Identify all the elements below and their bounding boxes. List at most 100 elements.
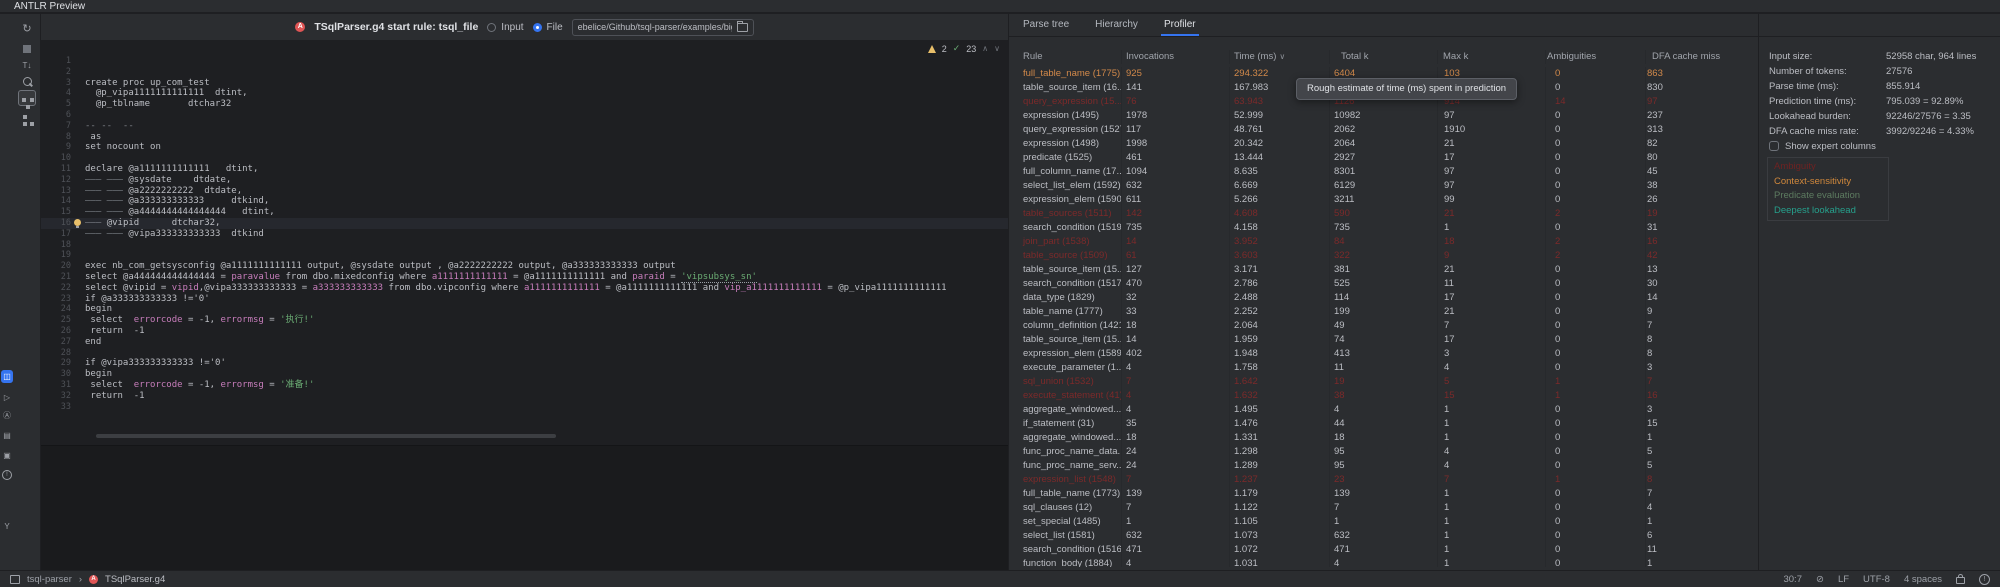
- editor-line[interactable]: 17——— ——— @vipa333333333333 dtkind: [41, 229, 1008, 240]
- editor-line[interactable]: 2: [41, 67, 1008, 78]
- profiler-table-row[interactable]: select_list_elem (1592)6326.669612997038: [1019, 179, 1754, 193]
- profiler-table-row[interactable]: func_proc_name_serv...241.28995405: [1019, 459, 1754, 473]
- highlighting-level-icon[interactable]: ⊘: [1816, 574, 1824, 585]
- editor-line[interactable]: 1: [41, 56, 1008, 67]
- profiler-table-row[interactable]: expression_elem (1590)6115.266321199026: [1019, 193, 1754, 207]
- notifications-icon[interactable]: !: [1979, 574, 1990, 585]
- profiler-table-row[interactable]: table_source_item (15...1273.17138121013: [1019, 263, 1754, 277]
- column-header[interactable]: Ambiguities: [1546, 50, 1646, 64]
- profiler-table-row[interactable]: expression (1498)199820.342206421082: [1019, 137, 1754, 151]
- profiler-table-row[interactable]: full_column_name (17...10948.63583019704…: [1019, 165, 1754, 179]
- antlr-icon[interactable]: Ⓐ: [1, 409, 13, 422]
- editor-line[interactable]: 9set nocount on: [41, 142, 1008, 153]
- editor-line[interactable]: 29if @vipa333333333333 !='0': [41, 358, 1008, 369]
- editor-line[interactable]: 4 @p_vipa1111111111111 dtint,: [41, 88, 1008, 99]
- prev-problem-icon[interactable]: ∧: [982, 44, 988, 53]
- tab-profiler[interactable]: Profiler: [1164, 14, 1196, 36]
- file-radio[interactable]: [533, 23, 542, 32]
- hierarchy-view-icon[interactable]: [18, 108, 36, 124]
- caret-position[interactable]: 30:7: [1783, 574, 1802, 585]
- editor-line[interactable]: 20exec nb_com_getsysconfig @a11111111111…: [41, 261, 1008, 272]
- window-icon[interactable]: [10, 575, 20, 584]
- file-name[interactable]: TSqlParser.g4: [105, 574, 165, 585]
- editor-line[interactable]: 22select @vipid = vipid,@vipa33333333333…: [41, 283, 1008, 294]
- profiler-table-row[interactable]: full_table_name (1773)1391.179139107: [1019, 487, 1754, 501]
- intention-bulb-icon[interactable]: [74, 219, 81, 226]
- file-encoding[interactable]: UTF-8: [1863, 574, 1890, 585]
- editor-line[interactable]: 26 return -1: [41, 326, 1008, 337]
- profiler-table-row[interactable]: aggregate_windowed...41.4954103: [1019, 403, 1754, 417]
- profiler-table-row[interactable]: set_special (1485)11.1051101: [1019, 515, 1754, 529]
- editor-line[interactable]: 24begin: [41, 304, 1008, 315]
- profiler-table-row[interactable]: execute_parameter (1...41.75811403: [1019, 361, 1754, 375]
- editor-line[interactable]: 12——— ——— @sysdate dtdate,: [41, 175, 1008, 186]
- indent-setting[interactable]: 4 spaces: [1904, 574, 1942, 585]
- profiler-table-row[interactable]: func_proc_name_data...241.29895405: [1019, 445, 1754, 459]
- editor-line[interactable]: 13——— ——— @a2222222222 dtdate,: [41, 186, 1008, 197]
- problems-icon[interactable]: !: [1, 467, 13, 480]
- profiler-table-row[interactable]: sql_union (1532)71.64219517: [1019, 375, 1754, 389]
- editor-line[interactable]: 30begin: [41, 369, 1008, 380]
- profiler-table-row[interactable]: expression_elem (1589)4021.948413308: [1019, 347, 1754, 361]
- column-header[interactable]: Rule: [1019, 50, 1122, 64]
- editor-line[interactable]: 10: [41, 153, 1008, 164]
- profiler-table-row[interactable]: if_statement (31)351.476441015: [1019, 417, 1754, 431]
- profiler-table-row[interactable]: predicate (1525)46113.444292717080: [1019, 151, 1754, 165]
- profiler-table-row[interactable]: table_source_item (15...141.959741708: [1019, 333, 1754, 347]
- tab-parse-tree[interactable]: Parse tree: [1023, 14, 1069, 36]
- profiler-table-row[interactable]: expression (1495)197852.99910982970237: [1019, 109, 1754, 123]
- editor-line[interactable]: 21select @a444444444444444 = paravalue f…: [41, 272, 1008, 283]
- editor-line[interactable]: 25 select errorcode = -1, errormsg = '执行…: [41, 315, 1008, 326]
- horizontal-scrollbar[interactable]: [96, 434, 556, 438]
- search-icon[interactable]: [18, 74, 36, 90]
- editor-line[interactable]: 11declare @a1111111111111 dtint,: [41, 164, 1008, 175]
- file-radio-label[interactable]: File: [547, 22, 563, 33]
- editor-line[interactable]: 6: [41, 110, 1008, 121]
- profiler-table-row[interactable]: function_body (1884)41.0314101: [1019, 557, 1754, 567]
- editor-line[interactable]: 33: [41, 402, 1008, 413]
- profiler-table-row[interactable]: sql_clauses (12)71.1227104: [1019, 501, 1754, 515]
- editor-line[interactable]: 18: [41, 240, 1008, 251]
- editor-line[interactable]: 8 as: [41, 132, 1008, 143]
- line-ending[interactable]: LF: [1838, 574, 1849, 585]
- profiler-table-row[interactable]: search_condition (1516)4711.0724711011: [1019, 543, 1754, 557]
- profiler-table-row[interactable]: table_name (1777)332.2521992109: [1019, 305, 1754, 319]
- editor-line[interactable]: 7-- -- --: [41, 121, 1008, 132]
- run-icon[interactable]: ▷: [1, 391, 13, 404]
- editor-line[interactable]: 27end: [41, 337, 1008, 348]
- editor-line[interactable]: 31 select errorcode = -1, errormsg = '准备…: [41, 380, 1008, 391]
- editor-line[interactable]: 16——— @vipid dtchar32,: [41, 218, 1008, 229]
- profiler-table-row[interactable]: query_expression (1527)11748.76120621910…: [1019, 123, 1754, 137]
- stop-icon[interactable]: [18, 41, 36, 57]
- column-header[interactable]: Invocations: [1122, 50, 1230, 64]
- column-header[interactable]: Max k: [1438, 50, 1546, 64]
- file-path-field[interactable]: ebelice/Github/tsql-parser/examples/big.…: [572, 19, 754, 36]
- profiler-table-row[interactable]: aggregate_windowed...181.33118101: [1019, 431, 1754, 445]
- profiler-table-row[interactable]: search_condition (1517)4702.78652511030: [1019, 277, 1754, 291]
- folder-icon[interactable]: [737, 23, 748, 32]
- profiler-table-row[interactable]: table_source (1509)613.6033229242: [1019, 249, 1754, 263]
- antlr-preview-toolwindow-button[interactable]: ◫: [1, 370, 13, 383]
- profiler-table-row[interactable]: execute_statement (41)41.6323815116: [1019, 389, 1754, 403]
- editor-line[interactable]: 14——— ——— @a333333333333 dtkind,: [41, 196, 1008, 207]
- layers-icon[interactable]: ▤: [1, 429, 13, 442]
- next-problem-icon[interactable]: ∨: [994, 44, 1000, 53]
- editor-line[interactable]: 3create proc up_com_test: [41, 78, 1008, 89]
- expert-columns-row[interactable]: Show expert columns: [1769, 139, 1876, 153]
- expert-columns-checkbox[interactable]: [1769, 141, 1779, 151]
- input-radio[interactable]: [487, 23, 496, 32]
- profiler-table-row[interactable]: search_condition (1519)7354.1587351031: [1019, 221, 1754, 235]
- editor-line[interactable]: 5 @p_tblname dtchar32: [41, 99, 1008, 110]
- profiler-table-header[interactable]: RuleInvocationsTime (ms)∨Total kMax kAmb…: [1019, 50, 1754, 64]
- terminal-icon[interactable]: ▣: [1, 449, 13, 462]
- editor-line[interactable]: 28: [41, 348, 1008, 359]
- profiler-table-row[interactable]: table_sources (1511)1424.60859021219: [1019, 207, 1754, 221]
- refresh-icon[interactable]: ↻: [18, 21, 36, 37]
- editor-line[interactable]: 32 return -1: [41, 391, 1008, 402]
- input-radio-label[interactable]: Input: [501, 22, 523, 33]
- profiler-table-row[interactable]: expression_list (1548)71.23723718: [1019, 473, 1754, 487]
- profiler-table-row[interactable]: join_part (1538)143.9528418216: [1019, 235, 1754, 249]
- tab-hierarchy[interactable]: Hierarchy: [1095, 14, 1138, 36]
- column-header[interactable]: Time (ms)∨: [1230, 50, 1330, 64]
- git-branch-icon[interactable]: Y: [1, 520, 13, 533]
